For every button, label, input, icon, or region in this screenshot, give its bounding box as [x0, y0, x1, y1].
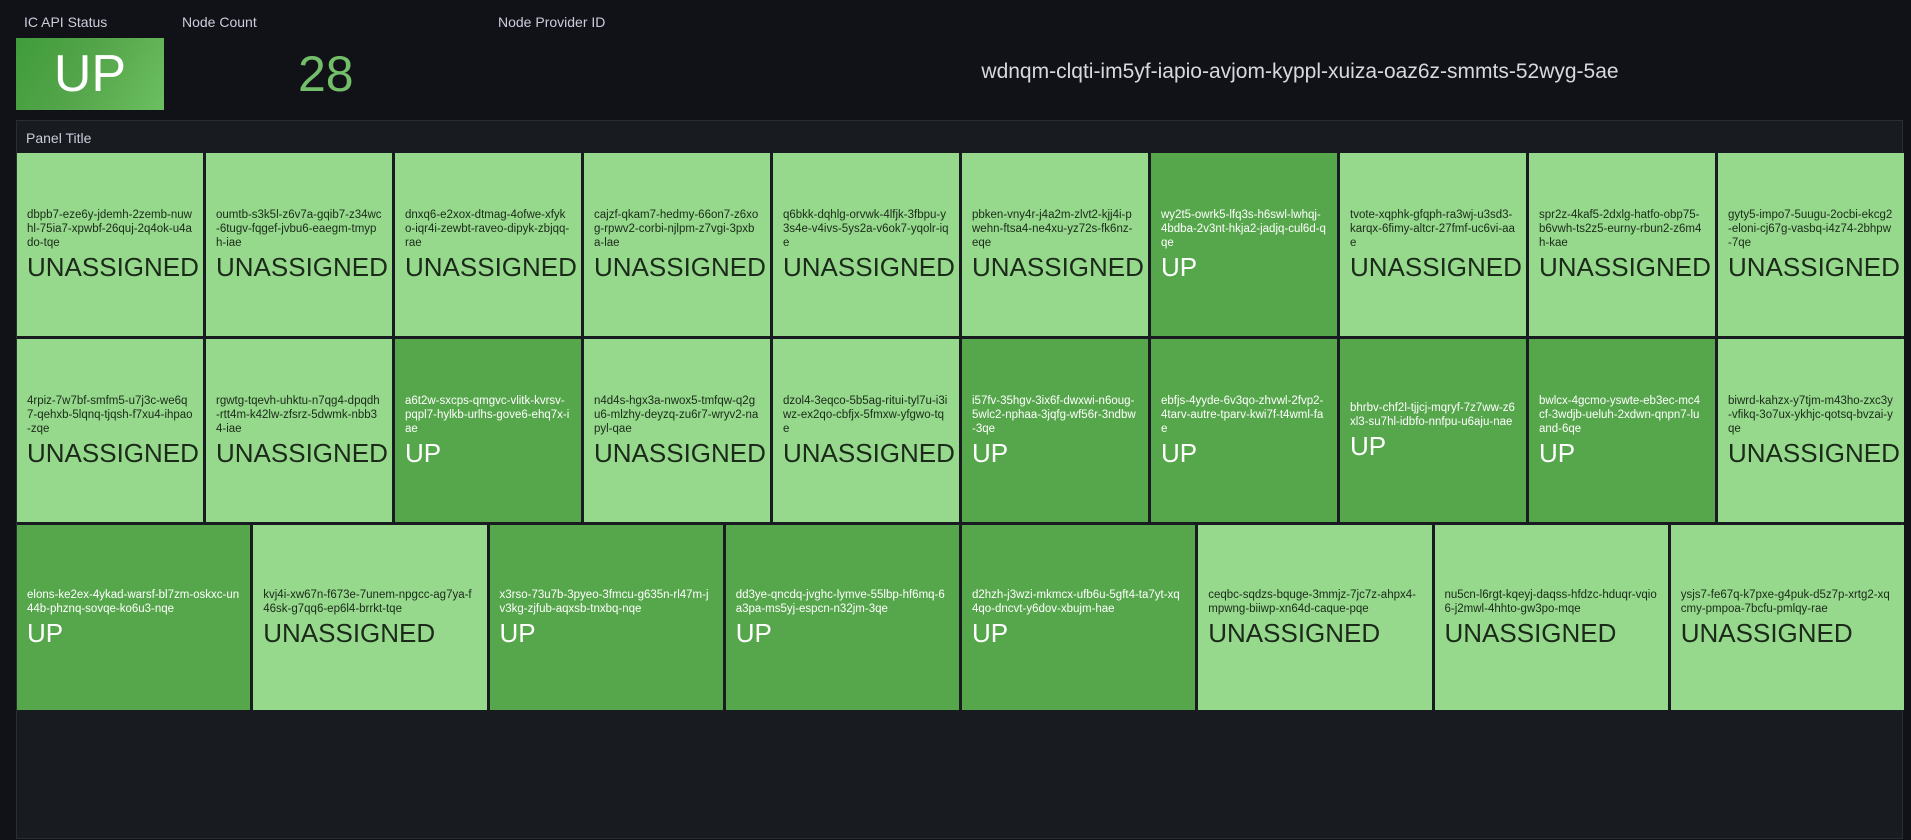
- node-status: UP: [405, 437, 442, 468]
- node-row: 4rpiz-7w7bf-smfm5-u7j3c-we6q7-qehxb-5lqn…: [17, 339, 1904, 522]
- node-status: UNASSIGNED: [1539, 251, 1711, 282]
- node-status: UNASSIGNED: [405, 251, 577, 282]
- node-tile[interactable]: kvj4i-xw67n-f673e-7unem-npgcc-ag7ya-f46s…: [253, 525, 487, 710]
- node-grid: dbpb7-eze6y-jdemh-2zemb-nuwhl-75ia7-xpwb…: [17, 153, 1904, 840]
- node-id: i57fv-35hgv-3ix6f-dwxwi-n6oug-5wlc2-npha…: [972, 394, 1136, 435]
- node-id: nu5cn-l6rgt-kqeyj-daqss-hfdzc-hduqr-vqio…: [1444, 588, 1657, 615]
- node-status: UNASSIGNED: [27, 251, 199, 282]
- node-tile[interactable]: dzol4-3eqco-5b5ag-ritui-tyl7u-i3iwz-ex2q…: [773, 339, 959, 522]
- node-status: UNASSIGNED: [1444, 617, 1617, 648]
- node-status: UNASSIGNED: [594, 437, 766, 468]
- node-tile[interactable]: q6bkk-dqhlg-orvwk-4lfjk-3fbpu-y3s4e-v4iv…: [773, 153, 959, 336]
- node-tile[interactable]: pbken-vny4r-j4a2m-zlvt2-kjj4i-pwehn-ftsa…: [962, 153, 1148, 336]
- node-status: UP: [499, 617, 536, 648]
- node-id: gyty5-impo7-5uugu-2ocbi-ekcg2-eloni-cj67…: [1728, 208, 1893, 249]
- node-status: UNASSIGNED: [972, 251, 1144, 282]
- node-row: dbpb7-eze6y-jdemh-2zemb-nuwhl-75ia7-xpwb…: [17, 153, 1904, 336]
- node-status: UNASSIGNED: [216, 437, 388, 468]
- node-tile[interactable]: gyty5-impo7-5uugu-2ocbi-ekcg2-eloni-cj67…: [1718, 153, 1904, 336]
- node-status: UNASSIGNED: [1350, 251, 1522, 282]
- node-tile[interactable]: wy2t5-owrk5-lfq3s-h6swl-lwhqj-4bdba-2v3n…: [1151, 153, 1337, 336]
- node-tile[interactable]: bwlcx-4gcmo-yswte-eb3ec-mc4cf-3wdjb-uelu…: [1529, 339, 1715, 522]
- node-id: q6bkk-dqhlg-orvwk-4lfjk-3fbpu-y3s4e-v4iv…: [783, 208, 949, 249]
- node-status: UNASSIGNED: [27, 437, 199, 468]
- node-id: dzol4-3eqco-5b5ag-ritui-tyl7u-i3iwz-ex2q…: [783, 394, 948, 435]
- node-tile[interactable]: ysjs7-fe67q-k7pxe-g4puk-d5z7p-xrtg2-xqcm…: [1670, 525, 1904, 710]
- node-id: ysjs7-fe67q-k7pxe-g4puk-d5z7p-xrtg2-xqcm…: [1680, 588, 1890, 615]
- node-status: UNASSIGNED: [783, 251, 955, 282]
- node-provider-value: wdnqm-clqti-im5yf-iapio-avjom-kyppl-xuiz…: [981, 60, 1619, 83]
- node-id: pbken-vny4r-j4a2m-zlvt2-kjj4i-pwehn-ftsa…: [972, 208, 1133, 249]
- node-tile[interactable]: ceqbc-sqdzs-bquge-3mmjz-7jc7z-ahpx4-mpwn…: [1198, 525, 1432, 710]
- node-id: bwlcx-4gcmo-yswte-eb3ec-mc4cf-3wdjb-uelu…: [1539, 394, 1701, 435]
- node-tile[interactable]: oumtb-s3k5l-z6v7a-gqib7-z34wc-6tugv-fqge…: [206, 153, 392, 336]
- node-id: cajzf-qkam7-hedmy-66on7-z6xog-rpwv2-corb…: [594, 208, 759, 249]
- node-id: bhrbv-chf2l-tjjcj-mqryf-7z7ww-z6xl3-su7h…: [1350, 401, 1515, 428]
- node-id: d2hzh-j3wzi-mkmcx-ufb6u-5gft4-ta7yt-xq4q…: [972, 588, 1180, 615]
- node-status: UNASSIGNED: [1680, 617, 1853, 648]
- node-id: biwrd-kahzx-y7tjm-m43ho-zxc3y-vfikq-3o7u…: [1728, 394, 1893, 435]
- node-tile[interactable]: nu5cn-l6rgt-kqeyj-daqss-hfdzc-hduqr-vqio…: [1434, 525, 1668, 710]
- node-tile[interactable]: cajzf-qkam7-hedmy-66on7-z6xog-rpwv2-corb…: [584, 153, 770, 336]
- node-tile[interactable]: d2hzh-j3wzi-mkmcx-ufb6u-5gft4-ta7yt-xq4q…: [962, 525, 1196, 710]
- node-id: a6t2w-sxcps-qmgvc-vlitk-kvrsv-pqpl7-hylk…: [405, 394, 570, 435]
- node-status: UNASSIGNED: [1208, 617, 1381, 648]
- node-tile[interactable]: a6t2w-sxcps-qmgvc-vlitk-kvrsv-pqpl7-hylk…: [395, 339, 581, 522]
- node-id: wy2t5-owrk5-lfq3s-h6swl-lwhqj-4bdba-2v3n…: [1161, 208, 1326, 249]
- node-id: dnxq6-e2xox-dtmag-4ofwe-xfyko-iqr4i-zewb…: [405, 208, 570, 249]
- node-tile[interactable]: dnxq6-e2xox-dtmag-4ofwe-xfyko-iqr4i-zewb…: [395, 153, 581, 336]
- node-status: UP: [1350, 430, 1387, 461]
- node-id: tvote-xqphk-gfqph-ra3wj-u3sd3-karqx-6fim…: [1350, 208, 1515, 249]
- node-status: UP: [1161, 251, 1198, 282]
- node-tile[interactable]: spr2z-4kaf5-2dxlg-hatfo-obp75-b6vwh-ts2z…: [1529, 153, 1715, 336]
- node-id: x3rso-73u7b-3pyeo-3fmcu-g635n-rl47m-jv3k…: [499, 588, 709, 615]
- node-status: UP: [972, 437, 1009, 468]
- node-provider-label: Node Provider ID: [498, 14, 606, 30]
- node-status: UP: [972, 617, 1009, 648]
- node-tile[interactable]: bhrbv-chf2l-tjjcj-mqryf-7z7ww-z6xl3-su7h…: [1340, 339, 1526, 522]
- node-status: UNASSIGNED: [263, 617, 436, 648]
- node-id: oumtb-s3k5l-z6v7a-gqib7-z34wc-6tugv-fqge…: [216, 208, 382, 249]
- node-tile[interactable]: dbpb7-eze6y-jdemh-2zemb-nuwhl-75ia7-xpwb…: [17, 153, 203, 336]
- node-count-label: Node Count: [182, 14, 257, 30]
- node-status: UNASSIGNED: [783, 437, 955, 468]
- node-status: UNASSIGNED: [594, 251, 766, 282]
- node-tile[interactable]: i57fv-35hgv-3ix6f-dwxwi-n6oug-5wlc2-npha…: [962, 339, 1148, 522]
- node-tile[interactable]: biwrd-kahzx-y7tjm-m43ho-zxc3y-vfikq-3o7u…: [1718, 339, 1904, 522]
- node-status: UP: [27, 617, 64, 648]
- node-id: n4d4s-hgx3a-nwox5-tmfqw-q2gu6-mlzhy-deyz…: [594, 394, 759, 435]
- node-row: elons-ke2ex-4ykad-warsf-bl7zm-oskxc-un44…: [17, 525, 1904, 710]
- node-id: dd3ye-qncdq-jvghc-lymve-55lbp-hf6mq-6a3p…: [735, 588, 945, 615]
- node-tile[interactable]: rgwtg-tqevh-uhktu-n7qg4-dpqdh-rtt4m-k42l…: [206, 339, 392, 522]
- node-tile[interactable]: ebfjs-4yyde-6v3qo-zhvwl-2fvp2-4tarv-autr…: [1151, 339, 1337, 522]
- node-tile[interactable]: 4rpiz-7w7bf-smfm5-u7j3c-we6q7-qehxb-5lqn…: [17, 339, 203, 522]
- ic-api-status-value: UP: [16, 38, 164, 110]
- node-status-panel: Panel Title dbpb7-eze6y-jdemh-2zemb-nuwh…: [16, 120, 1904, 840]
- node-id: ebfjs-4yyde-6v3qo-zhvwl-2fvp2-4tarv-autr…: [1161, 394, 1324, 435]
- node-tile[interactable]: tvote-xqphk-gfqph-ra3wj-u3sd3-karqx-6fim…: [1340, 153, 1526, 336]
- node-id: rgwtg-tqevh-uhktu-n7qg4-dpqdh-rtt4m-k42l…: [216, 394, 380, 435]
- node-tile[interactable]: elons-ke2ex-4ykad-warsf-bl7zm-oskxc-un44…: [17, 525, 251, 710]
- node-status: UP: [1161, 437, 1198, 468]
- node-id: dbpb7-eze6y-jdemh-2zemb-nuwhl-75ia7-xpwb…: [27, 208, 192, 249]
- node-status: UNASSIGNED: [1728, 251, 1900, 282]
- node-tile[interactable]: n4d4s-hgx3a-nwox5-tmfqw-q2gu6-mlzhy-deyz…: [584, 339, 770, 522]
- node-status: UP: [735, 617, 772, 648]
- node-status: UNASSIGNED: [1728, 437, 1900, 468]
- panel-title[interactable]: Panel Title: [26, 130, 91, 146]
- node-id: kvj4i-xw67n-f673e-7unem-npgcc-ag7ya-f46s…: [263, 588, 472, 615]
- node-status: UNASSIGNED: [216, 251, 388, 282]
- node-id: elons-ke2ex-4ykad-warsf-bl7zm-oskxc-un44…: [27, 588, 240, 615]
- node-id: ceqbc-sqdzs-bquge-3mmjz-7jc7z-ahpx4-mpwn…: [1208, 588, 1416, 615]
- node-status: UP: [1539, 437, 1576, 468]
- node-id: 4rpiz-7w7bf-smfm5-u7j3c-we6q7-qehxb-5lqn…: [27, 394, 193, 435]
- node-count-value: 28: [298, 46, 354, 102]
- node-tile[interactable]: dd3ye-qncdq-jvghc-lymve-55lbp-hf6mq-6a3p…: [725, 525, 959, 710]
- node-tile[interactable]: x3rso-73u7b-3pyeo-3fmcu-g635n-rl47m-jv3k…: [489, 525, 723, 710]
- node-id: spr2z-4kaf5-2dxlg-hatfo-obp75-b6vwh-ts2z…: [1539, 208, 1702, 249]
- ic-api-status-label: IC API Status: [24, 14, 108, 30]
